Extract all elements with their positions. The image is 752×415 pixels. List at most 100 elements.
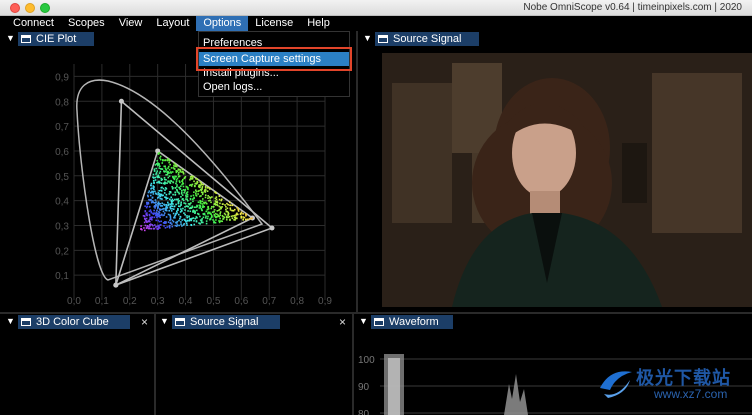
zoom-window-button[interactable] <box>40 3 50 13</box>
color-sample-point <box>151 196 154 199</box>
menu-license[interactable]: License <box>248 16 300 31</box>
y-tick-label: 0,7 <box>55 122 69 133</box>
color-sample-point <box>220 207 222 210</box>
color-sample-point <box>164 181 166 184</box>
menu-item-open-logs[interactable]: Open logs... <box>199 80 349 94</box>
color-sample-point <box>181 194 184 196</box>
color-sample-point <box>168 193 171 195</box>
title-bar: Nobe OmniScope v0.64 | timeinpixels.com … <box>0 0 752 16</box>
color-sample-point <box>227 212 230 215</box>
color-sample-point <box>175 212 177 215</box>
color-sample-point <box>147 191 150 194</box>
color-sample-point <box>158 172 161 174</box>
close-icon[interactable]: × <box>141 315 148 329</box>
color-sample-point <box>207 215 209 218</box>
menu-view[interactable]: View <box>112 16 150 31</box>
color-sample-point <box>163 212 166 214</box>
color-sample-point <box>216 210 219 212</box>
color-sample-point <box>203 213 206 216</box>
color-sample-point <box>179 217 181 220</box>
y-tick-label: 0,6 <box>55 147 69 158</box>
color-sample-point <box>147 201 150 204</box>
color-sample-point <box>159 194 162 196</box>
color-sample-point <box>201 193 204 196</box>
color-sample-point <box>214 221 216 224</box>
color-sample-point <box>224 213 227 216</box>
color-sample-point <box>152 173 155 176</box>
tab-3d-color-cube[interactable]: 3D Color Cube <box>18 315 130 329</box>
panel-menu-arrow-icon[interactable]: ▼ <box>363 33 372 43</box>
color-sample-point <box>174 165 177 168</box>
window-icon <box>21 318 31 326</box>
color-sample-point <box>223 216 226 219</box>
color-sample-point <box>225 218 228 221</box>
color-sample-point <box>153 209 155 212</box>
color-sample-point <box>177 173 180 176</box>
color-sample-point <box>168 224 171 227</box>
menu-help[interactable]: Help <box>300 16 337 31</box>
color-sample-point <box>151 224 154 226</box>
minimize-window-button[interactable] <box>25 3 35 13</box>
menu-scopes[interactable]: Scopes <box>61 16 112 31</box>
y-tick-label: 0,2 <box>55 246 69 257</box>
color-sample-point <box>183 191 185 194</box>
color-sample-point <box>165 178 167 181</box>
x-tick-label: 0,2 <box>123 296 137 307</box>
color-sample-point <box>171 171 174 173</box>
color-sample-point <box>152 213 155 216</box>
color-sample-point <box>229 209 232 211</box>
color-sample-point <box>165 209 168 212</box>
color-sample-point <box>144 205 146 208</box>
tab-source-signal-bottom[interactable]: Source Signal <box>172 315 280 329</box>
color-sample-point <box>175 182 177 185</box>
color-sample-point <box>176 191 179 193</box>
close-icon[interactable]: × <box>339 315 346 329</box>
color-sample-point <box>231 217 234 220</box>
menu-layout[interactable]: Layout <box>149 16 196 31</box>
menu-options[interactable]: Options <box>196 16 249 31</box>
panel-menu-arrow-icon[interactable]: ▼ <box>6 316 15 326</box>
color-sample-point <box>219 212 221 215</box>
color-sample-point <box>171 187 174 190</box>
color-sample-point <box>207 211 210 214</box>
color-sample-point <box>161 198 163 200</box>
x-tick-label: 0,8 <box>290 296 304 307</box>
color-sample-point <box>174 164 177 166</box>
color-sample-point <box>166 226 169 228</box>
color-sample-point <box>181 183 183 186</box>
color-sample-point <box>156 205 159 207</box>
color-sample-point <box>218 195 221 197</box>
menu-connect[interactable]: Connect <box>6 16 61 31</box>
close-window-button[interactable] <box>10 3 20 13</box>
color-sample-point <box>156 216 158 219</box>
color-sample-point <box>179 188 181 190</box>
color-sample-point <box>214 200 217 202</box>
color-sample-point <box>155 172 158 174</box>
color-sample-point <box>193 210 196 212</box>
color-sample-point <box>152 187 155 189</box>
color-sample-point <box>151 200 154 202</box>
color-sample-point <box>203 190 206 192</box>
color-sample-point <box>175 170 178 172</box>
color-sample-point <box>207 205 209 208</box>
color-sample-point <box>144 224 147 227</box>
color-sample-point <box>190 184 192 186</box>
color-sample-point <box>154 190 156 193</box>
color-sample-point <box>167 176 170 179</box>
color-sample-point <box>207 197 209 199</box>
color-sample-point <box>171 200 173 203</box>
color-sample-point <box>208 196 211 198</box>
color-sample-point <box>251 217 253 220</box>
color-sample-point <box>164 227 167 229</box>
panel-menu-arrow-icon[interactable]: ▼ <box>160 316 169 326</box>
color-sample-point <box>169 219 171 222</box>
color-sample-point <box>169 205 172 208</box>
color-sample-point <box>160 177 163 180</box>
tab-source-signal[interactable]: Source Signal <box>375 32 479 46</box>
color-sample-point <box>171 223 173 225</box>
source-bottom-tab-bar: ▼ Source Signal × <box>156 314 352 329</box>
color-sample-point <box>174 193 177 196</box>
color-sample-point <box>216 213 218 216</box>
color-sample-point <box>166 182 168 185</box>
color-sample-point <box>178 175 181 178</box>
